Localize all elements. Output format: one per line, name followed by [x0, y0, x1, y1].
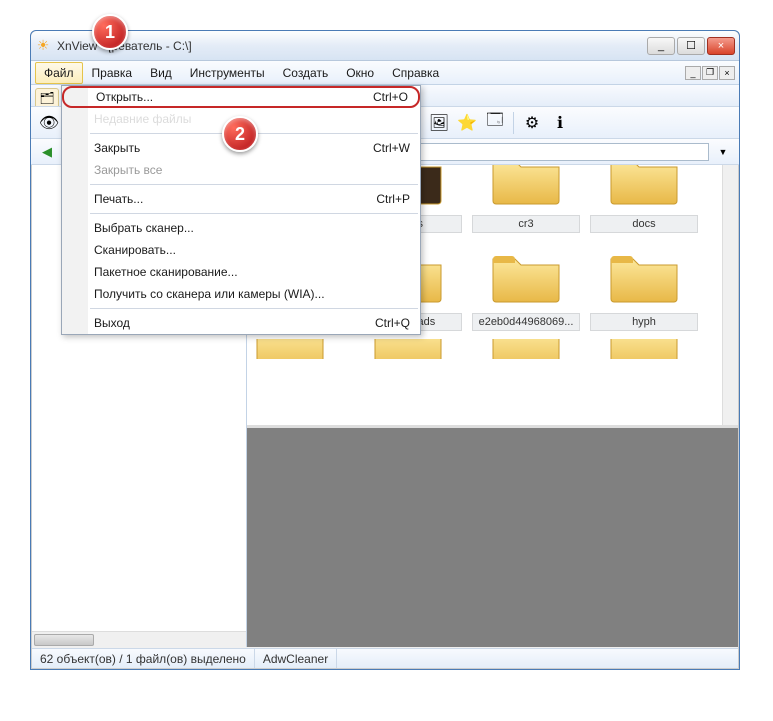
mdi-close-button[interactable]: ×: [719, 66, 735, 80]
titlebar: ☀ XnView - [реватель - C:\] _ ☐ ×: [31, 31, 739, 61]
menu-item[interactable]: Печать... Ctrl+P: [62, 188, 420, 210]
menu-item-shortcut: Ctrl+P: [376, 192, 410, 206]
window-maximize-button[interactable]: ☐: [677, 37, 705, 55]
thumb-item[interactable]: hyph: [589, 241, 699, 331]
app-window: ☀ XnView - [реватель - C:\] _ ☐ × ФайлПр…: [30, 30, 740, 670]
folder-icon: [481, 241, 571, 311]
menu-правка[interactable]: Правка: [83, 62, 142, 84]
menu-создать[interactable]: Создать: [274, 62, 338, 84]
tree-h-scrollbar[interactable]: [32, 631, 246, 647]
mdi-minimize-button[interactable]: _: [685, 66, 701, 80]
menu-справка[interactable]: Справка: [383, 62, 448, 84]
thumb-item[interactable]: docs: [589, 165, 699, 233]
menu-item-label: Сканировать...: [94, 243, 176, 257]
folder-icon: [599, 241, 689, 311]
preview-area: [247, 425, 738, 647]
thumb-item[interactable]: cr3: [471, 165, 581, 233]
menu-item[interactable]: Сканировать...: [62, 239, 420, 261]
callout-badge-1: 1: [92, 14, 128, 50]
nav-back-icon[interactable]: ◀: [37, 142, 57, 162]
browser-tab-icon[interactable]: 🗂: [35, 88, 59, 106]
menu-item-shortcut: Ctrl+Q: [375, 316, 410, 330]
thumb-label: e2eb0d44968069...: [472, 313, 580, 331]
image-icon[interactable]: 🖼: [427, 111, 451, 135]
folder-icon: [481, 165, 571, 213]
menu-item: Закрыть все: [62, 159, 420, 181]
menu-item[interactable]: Выход Ctrl+Q: [62, 312, 420, 334]
menu-окно[interactable]: Окно: [337, 62, 383, 84]
window-close-button[interactable]: ×: [707, 37, 735, 55]
thumb-item[interactable]: e2eb0d44968069...: [471, 241, 581, 331]
app-icon: ☀: [35, 38, 51, 54]
menu-item[interactable]: Пакетное сканирование...: [62, 261, 420, 283]
menu-item-label: Печать...: [94, 192, 143, 206]
thumb-label: cr3: [472, 215, 580, 233]
favorites-icon[interactable]: ⭐: [455, 111, 479, 135]
menu-item-label: Выход: [94, 316, 130, 330]
menu-item-label: Открыть...: [96, 90, 153, 104]
menu-item[interactable]: Выбрать сканер...: [62, 217, 420, 239]
status-count: 62 объект(ов) / 1 файл(ов) выделено: [32, 649, 255, 668]
options-icon[interactable]: 🗔: [483, 111, 507, 135]
menubar: ФайлПравкаВидИнструментыСоздатьОкноСправ…: [31, 61, 739, 85]
camera-icon[interactable]: 👁: [37, 111, 61, 135]
status-name: AdwCleaner: [255, 649, 337, 668]
callout-badge-2: 2: [222, 116, 258, 152]
menu-item-label: Пакетное сканирование...: [94, 265, 238, 279]
info-icon[interactable]: ℹ: [548, 111, 572, 135]
address-dropdown-icon[interactable]: ▼: [713, 142, 733, 162]
menu-item-shortcut: Ctrl+O: [373, 90, 408, 104]
menu-item-label: Выбрать сканер...: [94, 221, 194, 235]
statusbar: 62 объект(ов) / 1 файл(ов) выделено AdwC…: [32, 648, 738, 668]
mdi-restore-button[interactable]: ❐: [702, 66, 718, 80]
menu-item-label: Закрыть все: [94, 163, 162, 177]
menu-item-label: Закрыть: [94, 141, 140, 155]
menu-вид[interactable]: Вид: [141, 62, 181, 84]
menu-item[interactable]: Получить со сканера или камеры (WIA)...: [62, 283, 420, 305]
menu-файл[interactable]: Файл: [35, 62, 83, 84]
menu-item-label: Получить со сканера или камеры (WIA)...: [94, 287, 325, 301]
settings-icon[interactable]: ⚙: [520, 111, 544, 135]
thumb-label: docs: [590, 215, 698, 233]
window-title: XnView - [реватель - C:\]: [57, 39, 647, 53]
thumbs-v-scrollbar[interactable]: [722, 165, 738, 425]
window-minimize-button[interactable]: _: [647, 37, 675, 55]
menu-item-shortcut: Ctrl+W: [373, 141, 410, 155]
menu-item-label: Недавние файлы: [94, 112, 191, 126]
menu-инструменты[interactable]: Инструменты: [181, 62, 274, 84]
menu-item[interactable]: Открыть... Ctrl+O: [62, 86, 420, 108]
thumb-label: hyph: [590, 313, 698, 331]
folder-icon: [599, 165, 689, 213]
